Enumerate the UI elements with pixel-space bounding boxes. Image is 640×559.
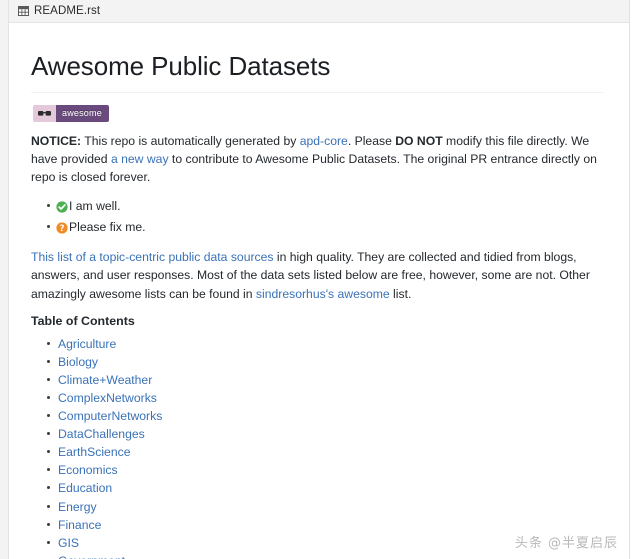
app-window: README.rst Awesome Public Datasets aweso… xyxy=(0,0,640,559)
toc-link-finance[interactable]: Finance xyxy=(58,518,101,532)
list-item: ? Please fix me. xyxy=(47,218,604,236)
document-scroll-area[interactable]: Awesome Public Datasets awesome NOTICE: … xyxy=(10,24,628,559)
awesome-badge-label: awesome xyxy=(56,104,109,122)
sunglasses-icon xyxy=(33,104,56,122)
list-item: Government xyxy=(47,552,604,559)
notice-label: NOTICE: xyxy=(31,133,82,148)
table-grid-icon xyxy=(18,6,29,16)
badge-row: awesome xyxy=(33,104,604,123)
toc-link-climate-weather[interactable]: Climate+Weather xyxy=(58,373,152,387)
toc-link-agriculture[interactable]: Agriculture xyxy=(58,337,116,351)
tab-bar: README.rst xyxy=(9,0,629,23)
link-a-new-way[interactable]: a new way xyxy=(111,152,169,166)
list-item: Energy xyxy=(47,498,604,516)
status-item-label: I am well. xyxy=(69,199,121,214)
toc-link-complexnetworks[interactable]: ComplexNetworks xyxy=(58,391,157,405)
link-topic-centric-sources[interactable]: This list of a topic-centric public data… xyxy=(31,250,274,264)
list-item: Biology xyxy=(47,353,604,371)
tab-label: README.rst xyxy=(34,5,101,17)
list-item: ComplexNetworks xyxy=(47,389,604,407)
toc-link-government[interactable]: Government xyxy=(58,554,125,559)
toc-link-energy[interactable]: Energy xyxy=(58,500,97,514)
list-item: EarthScience xyxy=(47,443,604,461)
list-item: DataChallenges xyxy=(47,425,604,443)
status-item-label: Please fix me. xyxy=(69,220,146,235)
list-item: Education xyxy=(47,479,604,497)
toc-heading: Table of Contents xyxy=(31,313,135,328)
toc-link-computernetworks[interactable]: ComputerNetworks xyxy=(58,409,162,423)
notice-text-1: This repo is automatically generated by xyxy=(81,133,300,148)
toc-link-biology[interactable]: Biology xyxy=(58,355,98,369)
tab-readme-rst[interactable]: README.rst xyxy=(9,0,113,22)
svg-text:?: ? xyxy=(60,223,65,233)
document-body: Awesome Public Datasets awesome NOTICE: … xyxy=(10,24,628,559)
list-item: Climate+Weather xyxy=(47,371,604,389)
toc-list: Agriculture Biology Climate+Weather Complex… xyxy=(31,335,604,559)
notice-paragraph: NOTICE: This repo is automatically gener… xyxy=(31,132,604,187)
notice-do-not: DO NOT xyxy=(395,133,443,148)
list-item: ComputerNetworks xyxy=(47,407,604,425)
toc-link-economics[interactable]: Economics xyxy=(58,463,118,477)
page-title: Awesome Public Datasets xyxy=(31,50,604,93)
notice-text-2: . Please xyxy=(347,133,396,148)
list-item: I am well. xyxy=(47,197,604,215)
green-check-circle-icon xyxy=(56,200,68,213)
link-sindresorhus-awesome[interactable]: sindresorhus's awesome xyxy=(256,287,390,301)
editor-left-gutter xyxy=(0,0,9,559)
link-apd-core[interactable]: apd-core xyxy=(300,134,348,148)
orange-question-circle-icon: ? xyxy=(56,221,68,234)
editor-right-gutter xyxy=(629,0,640,559)
awesome-badge[interactable]: awesome xyxy=(33,104,109,122)
toc-link-education[interactable]: Education xyxy=(58,481,112,495)
intro-text-2: list. xyxy=(389,286,412,301)
status-list: I am well. ? Please fix me. xyxy=(31,197,604,236)
toc-link-earthscience[interactable]: EarthScience xyxy=(58,445,131,459)
watermark: 头条 @半夏启辰 xyxy=(514,536,618,551)
toc-link-gis[interactable]: GIS xyxy=(58,536,79,550)
intro-paragraph: This list of a topic-centric public data… xyxy=(31,248,604,303)
list-item: Agriculture xyxy=(47,335,604,353)
toc-link-datachallenges[interactable]: DataChallenges xyxy=(58,427,145,441)
list-item: Economics xyxy=(47,461,604,479)
